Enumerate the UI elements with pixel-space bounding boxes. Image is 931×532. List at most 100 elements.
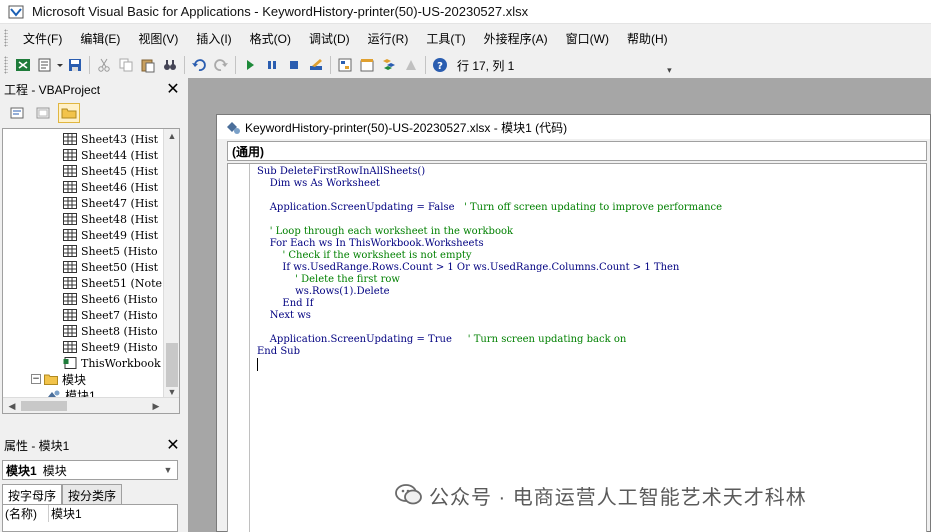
tree-item[interactable]: Sheet49 (Hist [63, 227, 158, 243]
tree-item[interactable]: ThisWorkbook [63, 355, 161, 371]
collapse-icon[interactable]: − [31, 374, 41, 384]
tree-item[interactable]: Sheet46 (Hist [63, 179, 158, 195]
code-line[interactable]: Application.ScreenUpdating = True ' Turn… [257, 334, 627, 346]
menu-tools[interactable]: 工具(T) [417, 30, 474, 47]
code-line[interactable]: ' Delete the first row [257, 274, 400, 286]
property-row[interactable]: (名称) 模块1 [3, 504, 177, 522]
save-icon[interactable] [64, 54, 86, 76]
tree-item[interactable]: Sheet51 (Note [63, 275, 162, 291]
excel-icon[interactable] [12, 54, 34, 76]
worksheet-icon [63, 245, 77, 257]
menu-insert[interactable]: 插入(I) [187, 30, 240, 47]
code-comment: ' Check if the worksheet is not empty [282, 250, 472, 261]
menu-grip[interactable] [4, 29, 8, 47]
scroll-right-icon[interactable]: ▶ [149, 398, 163, 413]
tree-item[interactable]: Sheet45 (Hist [63, 163, 158, 179]
menu-run[interactable]: 运行(R) [359, 30, 418, 47]
chevron-down-icon[interactable]: ▼ [161, 463, 175, 477]
code-line[interactable]: Next ws [257, 310, 311, 322]
tab-categorized[interactable]: 按分类序 [62, 484, 123, 504]
project-pane-title: 工程 - VBAProject [4, 82, 101, 97]
tree-item[interactable]: Sheet44 (Hist [63, 147, 158, 163]
tree-item[interactable]: Sheet50 (Hist [63, 259, 158, 275]
code-line[interactable]: If ws.UsedRange.Rows.Count > 1 Or ws.Use… [257, 262, 679, 274]
tree-vertical-scrollbar[interactable]: ▲ ▼ [163, 129, 179, 399]
tree-item[interactable]: Sheet47 (Hist [63, 195, 158, 211]
menu-window[interactable]: 窗口(W) [557, 30, 618, 47]
tree-item[interactable]: Sheet5 (Histo [63, 243, 158, 259]
code-text: If ws.UsedRange.Rows.Count > 1 Or ws.Use… [257, 262, 680, 273]
code-line[interactable]: ' Loop through each worksheet in the wor… [257, 226, 513, 238]
properties-grid: (名称) 模块1 [2, 504, 178, 532]
tree-vertical-scroll-thumb[interactable] [166, 343, 178, 387]
menu-help[interactable]: 帮助(H) [618, 30, 677, 47]
redo-icon[interactable] [210, 54, 232, 76]
tree-item[interactable]: Sheet48 (Hist [63, 211, 158, 227]
project-pane-close-button[interactable]: ✕ [164, 80, 182, 98]
tab-alphabetic[interactable]: 按字母序 [2, 484, 63, 504]
tree-item[interactable]: Sheet43 (Hist [63, 131, 158, 147]
toggle-folders-icon[interactable] [58, 103, 80, 123]
view-code-icon[interactable] [6, 103, 28, 123]
design-mode-icon[interactable] [305, 54, 327, 76]
menu-addins[interactable]: 外接程序(A) [475, 30, 557, 47]
find-icon[interactable] [159, 54, 181, 76]
worksheet-icon [63, 309, 77, 321]
code-text: Dim ws As Worksheet [257, 178, 380, 189]
code-line[interactable]: End Sub [257, 346, 300, 358]
property-value[interactable]: 模块1 [49, 505, 82, 522]
menu-edit[interactable]: 编辑(E) [71, 30, 129, 47]
worksheet-icon [63, 181, 77, 193]
menu-file[interactable]: 文件(F) [14, 30, 71, 47]
insert-module-icon[interactable] [34, 54, 56, 76]
code-line[interactable]: ws.Rows(1).Delete [257, 286, 390, 298]
copy-icon[interactable] [115, 54, 137, 76]
tree-item[interactable]: Sheet6 (Histo [63, 291, 158, 307]
code-line[interactable]: Sub DeleteFirstRowInAllSheets() [257, 166, 425, 178]
project-explorer-icon[interactable] [334, 54, 356, 76]
code-text: ws.Rows(1).Delete [257, 286, 390, 297]
properties-pane-close-button[interactable]: ✕ [164, 436, 182, 454]
project-explorer: 工程 - VBAProject ✕ Sheet43 (Hist Sheet44 (… [0, 78, 186, 433]
project-tree[interactable]: Sheet43 (Hist Sheet44 (Hist Sheet45 (Hist S… [2, 128, 180, 414]
undo-icon[interactable] [188, 54, 210, 76]
tree-item-label: Sheet8 (Histo [81, 324, 158, 338]
help-icon[interactable]: ? [429, 54, 451, 76]
break-icon[interactable] [261, 54, 283, 76]
tree-item[interactable]: Sheet9 (Histo [63, 339, 158, 355]
cut-icon[interactable] [93, 54, 115, 76]
tree-item[interactable]: Sheet7 (Histo [63, 307, 158, 323]
code-editor[interactable]: Sub DeleteFirstRowInAllSheets() Dim ws A… [227, 163, 927, 532]
code-line[interactable]: For Each ws In ThisWorkbook.Worksheets [257, 238, 484, 250]
reset-icon[interactable] [283, 54, 305, 76]
worksheet-icon [63, 277, 77, 289]
view-object-icon[interactable] [32, 103, 54, 123]
toolbar-options-icon[interactable]: ▾ [664, 54, 674, 76]
code-line[interactable]: ' Check if the worksheet is not empty [257, 250, 472, 262]
tree-item[interactable]: − 模块 [31, 371, 86, 387]
dropdown-arrow-icon[interactable] [56, 54, 64, 76]
code-gutter[interactable] [228, 164, 250, 532]
tree-horizontal-scrollbar[interactable]: ◀ ▶ [3, 397, 179, 413]
tree-item[interactable]: Sheet8 (Histo [63, 323, 158, 339]
toolbar-grip[interactable] [4, 56, 8, 74]
object-browser-icon[interactable] [378, 54, 400, 76]
code-comment: ' Loop through each worksheet in the wor… [269, 226, 514, 237]
code-line[interactable]: End If [257, 298, 313, 310]
paste-icon[interactable] [137, 54, 159, 76]
scroll-left-icon[interactable]: ◀ [5, 398, 19, 413]
run-icon[interactable] [239, 54, 261, 76]
toolbar-separator [330, 56, 331, 74]
tree-horizontal-scroll-thumb[interactable] [21, 401, 67, 411]
code-line[interactable]: Application.ScreenUpdating = False ' Tur… [257, 202, 722, 214]
object-dropdown[interactable]: (通用) [227, 141, 927, 161]
menu-format[interactable]: 格式(O) [241, 30, 300, 47]
object-select-dropdown[interactable]: 模块1 模块 ▼ [2, 460, 178, 480]
toolbar-separator [235, 56, 236, 74]
toolbox-icon[interactable] [400, 54, 422, 76]
code-line[interactable]: Dim ws As Worksheet [257, 178, 380, 190]
scroll-up-icon[interactable]: ▲ [164, 129, 179, 143]
menu-debug[interactable]: 调试(D) [300, 30, 359, 47]
properties-icon[interactable] [356, 54, 378, 76]
menu-view[interactable]: 视图(V) [129, 30, 187, 47]
